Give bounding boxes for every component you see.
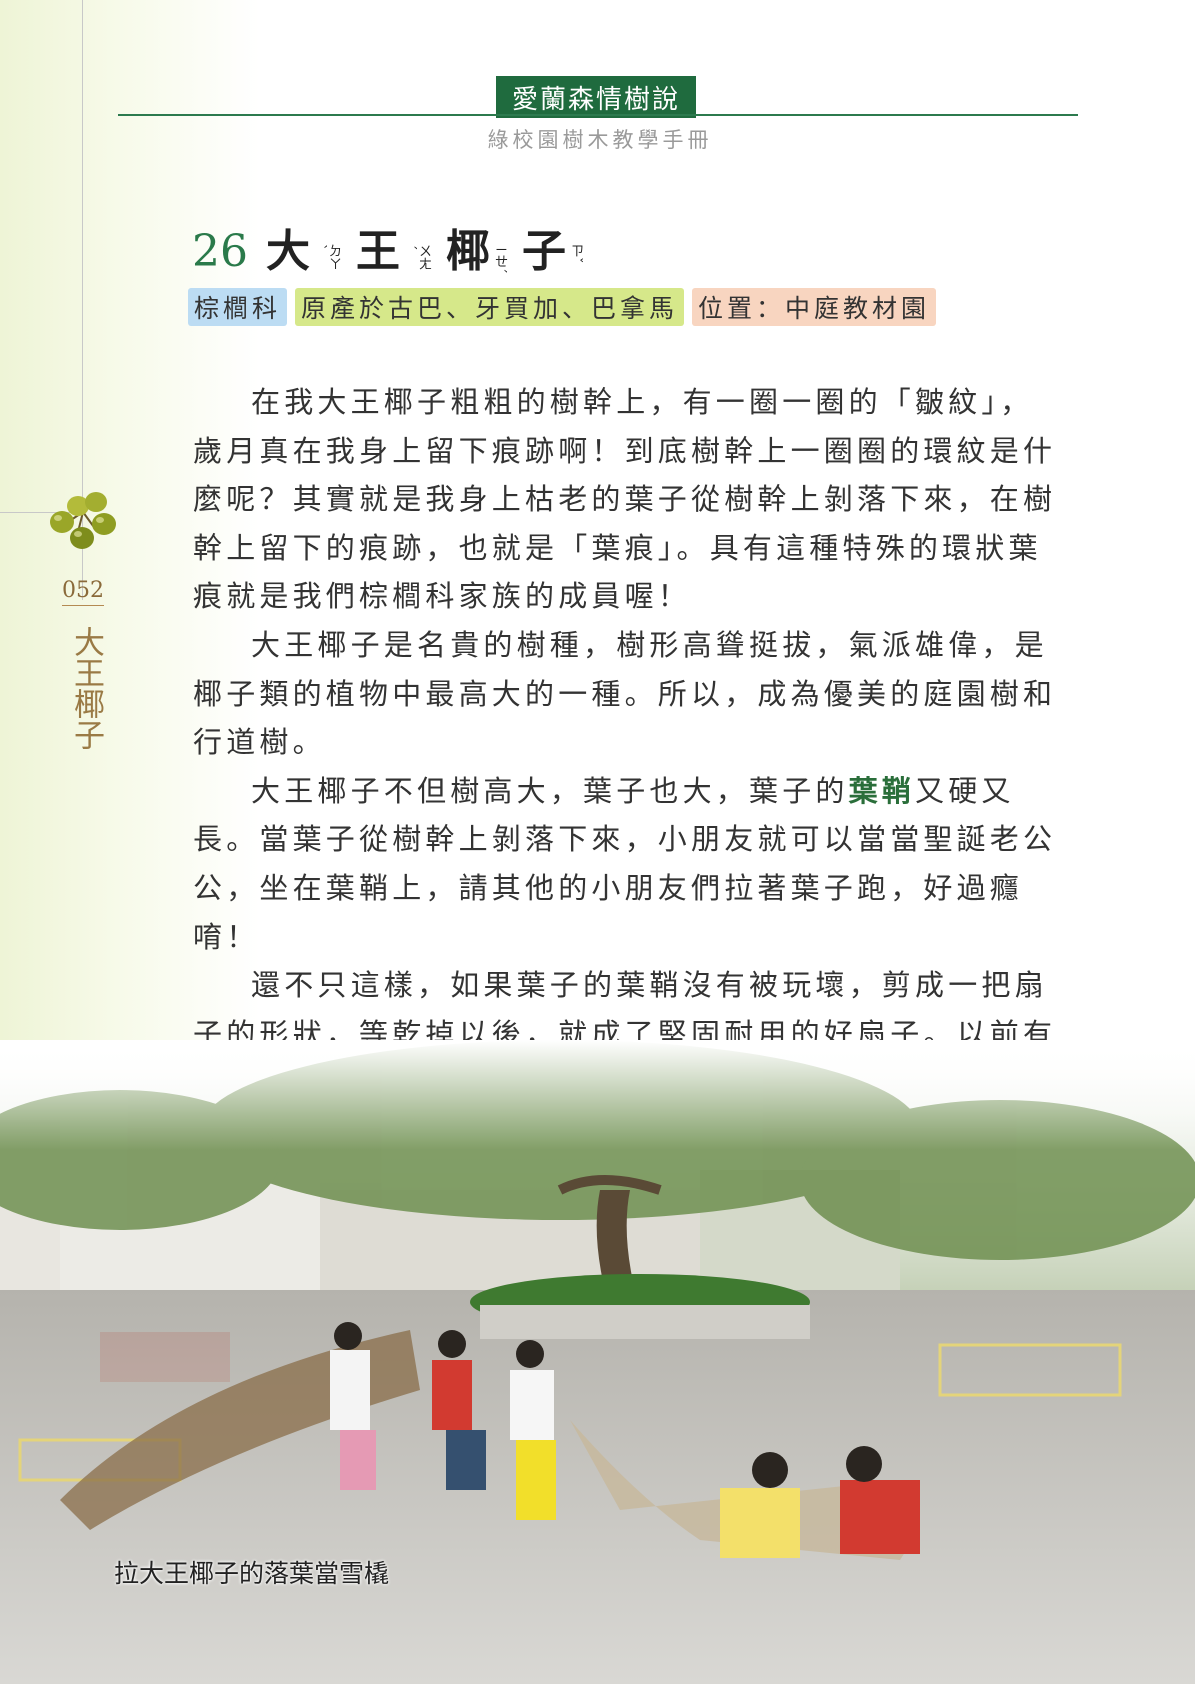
paragraph: 在我大王椰子粗粗的樹幹上，有一圈一圈的「皺紋」，歲月真在我身上留下痕跡啊！到底樹… [193, 385, 1057, 614]
title-char: 王 [356, 226, 400, 277]
highlighted-term: 葉鞘 [848, 773, 916, 808]
title-zhuyin: ㄧㄝˊ [492, 244, 507, 274]
paragraph: 大王椰子不但樹高大，葉子也大，葉子的葉鞘又硬又長。當葉子從樹幹上剝落下來，小朋友… [193, 767, 1063, 961]
title-char: 椰 [446, 226, 490, 277]
series-title: 愛蘭森情樹說 [496, 76, 696, 118]
side-vertical-title: 大王椰子 [68, 626, 104, 750]
paragraph: 大王椰子是名貴的樹種，樹形高聳挺拔，氣派雄偉，是椰子類的植物中最高大的一種。所以… [193, 627, 1057, 760]
header-rule [118, 114, 1078, 116]
location-tag: 位置：中庭教材園 [692, 288, 937, 326]
title-char: 大 [266, 226, 310, 277]
title-zhuyin: ㄗˇ [568, 244, 583, 264]
series-subtitle: 綠校園樹木教學手冊 [487, 128, 713, 152]
title-char: 子 [522, 226, 566, 277]
title-zhuyin: ㄨㄤˊ [402, 244, 431, 270]
paragraph-text: 大王椰子不但樹高大，葉子也大，葉子的 [251, 773, 849, 808]
article-title: 26 大 ㄉㄚˋ 王 ㄨㄤˊ 椰 ㄧㄝˊ 子 ㄗˇ [192, 222, 598, 282]
palm-fruit-icon [50, 492, 116, 549]
info-tags: 棕櫚科 原產於古巴、牙買加、巴拿馬 位置：中庭教材園 [188, 288, 937, 326]
family-tag: 棕櫚科 [188, 288, 288, 326]
photo-caption: 拉大王椰子的落葉當雪橇 [114, 1559, 390, 1588]
article-number: 26 [192, 226, 248, 277]
page-number: 052 [62, 578, 104, 606]
origin-tag: 原產於古巴、牙買加、巴拿馬 [295, 288, 685, 326]
title-zhuyin: ㄉㄚˋ [312, 244, 341, 270]
article-body: 在我大王椰子粗粗的樹幹上，有一圈一圈的「皺紋」，歲月真在我身上留下痕跡啊！到底樹… [193, 378, 1063, 1156]
